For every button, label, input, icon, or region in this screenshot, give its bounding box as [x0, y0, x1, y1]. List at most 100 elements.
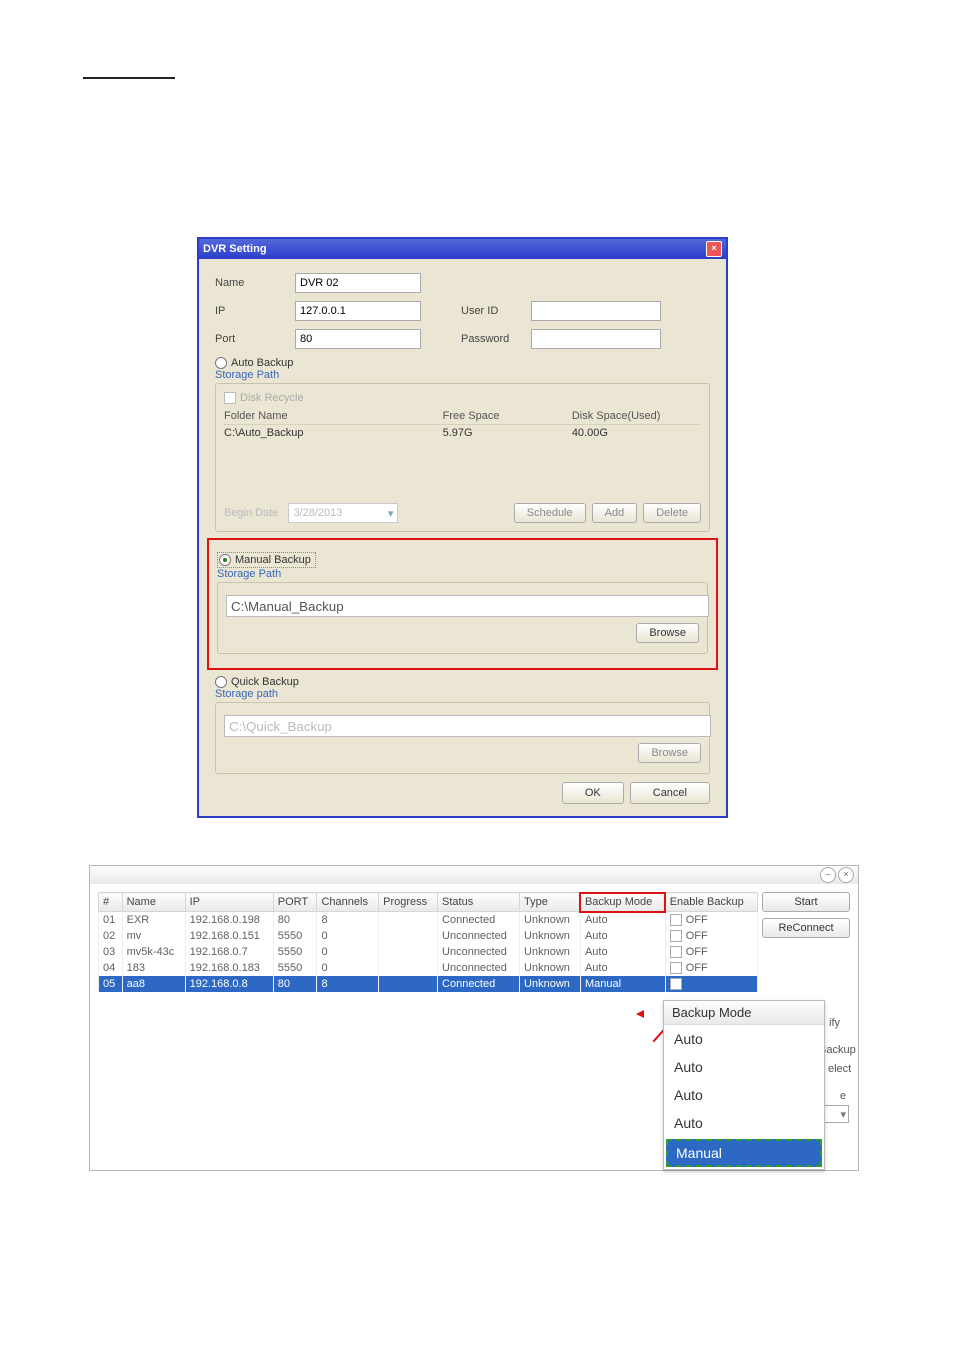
schedule-button[interactable]: Schedule	[514, 503, 586, 523]
dialog-titlebar[interactable]: DVR Setting ×	[199, 239, 726, 259]
add-button[interactable]: Add	[592, 503, 638, 523]
table-cell: 02	[99, 928, 123, 944]
menu-item-auto[interactable]: Auto	[664, 1081, 824, 1109]
hdr-enable-backup[interactable]: Enable Backup	[665, 893, 757, 912]
hdr-progress[interactable]: Progress	[379, 893, 438, 912]
hdr-ip[interactable]: IP	[185, 893, 273, 912]
quick-path-input[interactable]	[224, 715, 711, 737]
radio-icon	[215, 357, 227, 369]
table-row[interactable]: 01EXR192.168.0.198808ConnectedUnknownAut…	[99, 912, 758, 929]
checkbox-icon[interactable]	[670, 962, 682, 974]
row-ip: IP User ID	[215, 301, 710, 321]
quick-browse-button[interactable]: Browse	[638, 743, 701, 763]
folder-table-header: Folder Name Free Space Disk Space(Used)	[224, 408, 701, 425]
folder-table-row[interactable]: C:\Auto_Backup 5.97G 40.00G	[224, 425, 701, 441]
hdr-status[interactable]: Status	[438, 893, 520, 912]
table-cell: Auto	[580, 912, 665, 929]
reconnect-button[interactable]: ReConnect	[762, 918, 850, 938]
disk-recycle-label: Disk Recycle	[240, 392, 304, 404]
table-row[interactable]: 02mv192.168.0.15155500UnconnectedUnknown…	[99, 928, 758, 944]
table-cell: Connected	[438, 976, 520, 992]
table-cell: Unknown	[520, 928, 581, 944]
hdr-backup-mode[interactable]: Backup Mode	[580, 893, 665, 912]
checkbox-icon	[224, 392, 236, 404]
password-input[interactable]	[531, 329, 661, 349]
enable-backup-cell[interactable]	[665, 976, 757, 992]
auto-storage-legend: Storage Path	[215, 369, 710, 381]
radio-icon	[219, 554, 231, 566]
table-row[interactable]: 05aa8192.168.0.8808ConnectedUnknownManua…	[99, 976, 758, 992]
row-port: Port Password	[215, 329, 710, 349]
table-cell: 8	[317, 976, 379, 992]
hdr-type[interactable]: Type	[520, 893, 581, 912]
ip-input[interactable]	[295, 301, 421, 321]
checkbox-icon[interactable]	[670, 946, 682, 958]
table-cell: 80	[273, 976, 317, 992]
table-cell: Unknown	[520, 976, 581, 992]
table-cell: 0	[317, 928, 379, 944]
begin-date-value: 3/28/2013	[293, 507, 342, 519]
cell-folder: C:\Auto_Backup	[224, 427, 443, 439]
table-cell: 5550	[273, 960, 317, 976]
menu-item-auto[interactable]: Auto	[664, 1025, 824, 1053]
checkbox-icon[interactable]	[670, 978, 682, 990]
table-cell: mv	[122, 928, 185, 944]
radio-auto-label: Auto Backup	[231, 357, 293, 369]
ok-button[interactable]: OK	[562, 782, 624, 804]
name-input[interactable]	[295, 273, 421, 293]
hdr-number[interactable]: #	[99, 893, 123, 912]
table-cell: 5550	[273, 928, 317, 944]
table-cell: Auto	[580, 944, 665, 960]
radio-auto-backup[interactable]: Auto Backup	[215, 357, 710, 369]
radio-quick-backup[interactable]: Quick Backup	[215, 676, 710, 688]
menu-item-manual-selected[interactable]: Manual	[666, 1139, 822, 1167]
hdr-port[interactable]: PORT	[273, 893, 317, 912]
manual-browse-button[interactable]: Browse	[636, 623, 699, 643]
table-cell: 5550	[273, 944, 317, 960]
table-cell	[379, 944, 438, 960]
enable-backup-cell[interactable]: OFF	[665, 928, 757, 944]
enable-backup-cell[interactable]: OFF	[665, 912, 757, 929]
delete-button[interactable]: Delete	[643, 503, 701, 523]
table-cell: 192.168.0.198	[185, 912, 273, 929]
begin-date-input[interactable]: 3/28/2013 ▾	[288, 503, 398, 523]
checkbox-icon[interactable]	[670, 914, 682, 926]
userid-input[interactable]	[531, 301, 661, 321]
table-row[interactable]: 04183192.168.0.18355500UnconnectedUnknow…	[99, 960, 758, 976]
radio-manual-label: Manual Backup	[235, 554, 311, 566]
table-cell: Unconnected	[438, 960, 520, 976]
table-row[interactable]: 03mv5k-43c192.168.0.755500UnconnectedUnk…	[99, 944, 758, 960]
side-label-ify[interactable]: ify	[829, 1017, 840, 1029]
close-icon[interactable]: ×	[706, 241, 722, 257]
enable-backup-cell[interactable]: OFF	[665, 960, 757, 976]
cell-free: 5.97G	[443, 427, 572, 439]
enable-backup-cell[interactable]: OFF	[665, 944, 757, 960]
checkbox-icon[interactable]	[670, 930, 682, 942]
port-input[interactable]	[295, 329, 421, 349]
table-cell: Connected	[438, 912, 520, 929]
close-icon[interactable]: ×	[838, 867, 854, 883]
table-cell	[379, 960, 438, 976]
side-label-e: e	[840, 1090, 846, 1102]
hdr-name[interactable]: Name	[122, 893, 185, 912]
hdr-used: Disk Space(Used)	[572, 410, 701, 422]
menu-item-auto[interactable]: Auto	[664, 1109, 824, 1137]
manual-path-input[interactable]	[226, 595, 709, 617]
hdr-channels[interactable]: Channels	[317, 893, 379, 912]
backup-mode-menu-title: Backup Mode	[664, 1001, 824, 1025]
cancel-button[interactable]: Cancel	[630, 782, 710, 804]
start-button[interactable]: Start	[762, 892, 850, 912]
table-cell: 04	[99, 960, 123, 976]
radio-manual-backup[interactable]: Manual Backup	[217, 552, 316, 568]
table-cell: Auto	[580, 960, 665, 976]
dvr-table: # Name IP PORT Channels Progress Status …	[98, 892, 758, 992]
table-cell: Auto	[580, 928, 665, 944]
disk-recycle-checkbox[interactable]: Disk Recycle	[224, 392, 701, 404]
hdr-free: Free Space	[443, 410, 572, 422]
menu-item-auto[interactable]: Auto	[664, 1053, 824, 1081]
minimize-icon[interactable]: –	[820, 867, 836, 883]
side-label-select[interactable]: elect	[828, 1063, 851, 1075]
label-ip: IP	[215, 305, 295, 317]
auto-storage-fieldset: Disk Recycle Folder Name Free Space Disk…	[215, 383, 710, 532]
table-cell: 0	[317, 960, 379, 976]
